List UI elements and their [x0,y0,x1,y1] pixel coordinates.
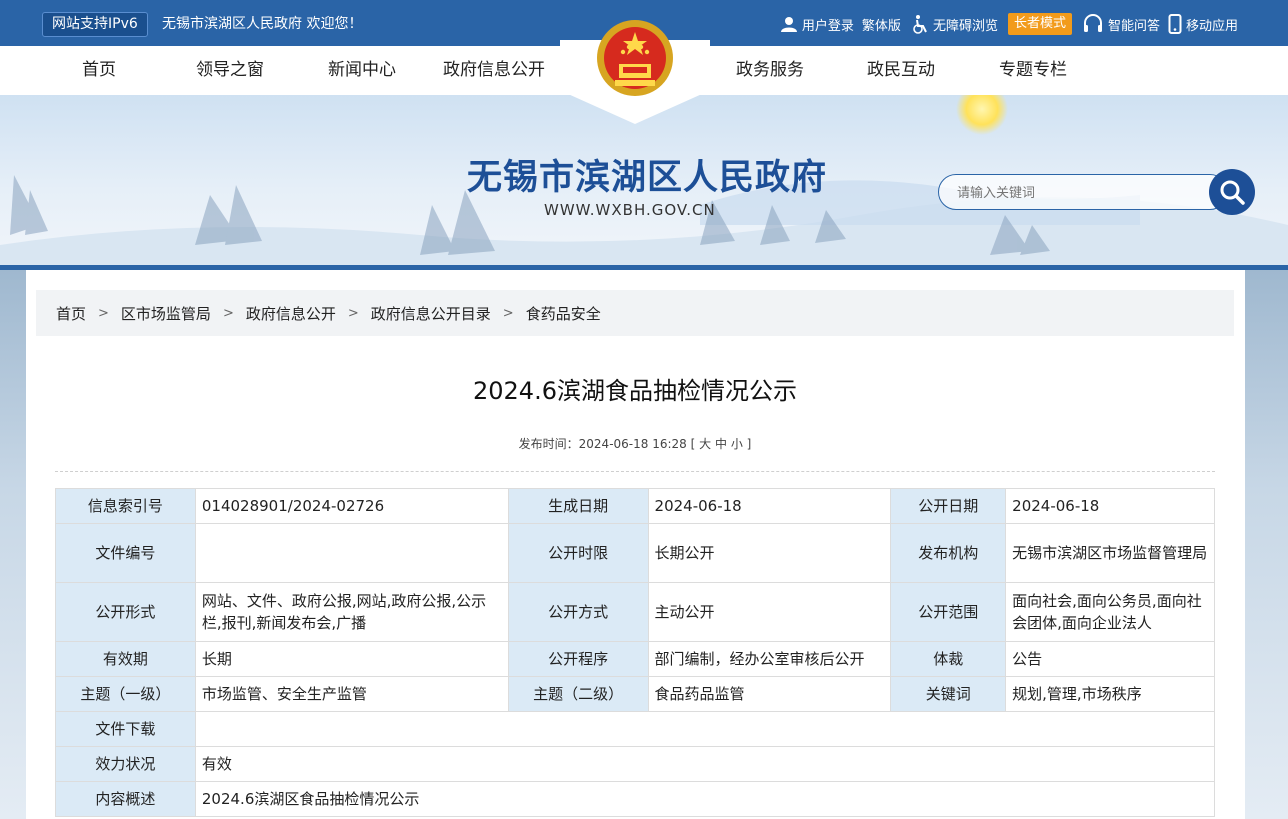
form-value: 网站、文件、政府公报,网站,政府公报,公示栏,报刊,新闻发布会,广播 [194,582,509,642]
nav-gov-info[interactable]: 政府信息公开 [443,58,545,82]
breadcrumb-market-bureau[interactable]: 区市场监管局 [121,303,211,324]
topic2-label: 主题（二级） [507,676,649,712]
summary-label: 内容概述 [55,781,196,817]
nav-services[interactable]: 政务服务 [736,58,804,82]
status-value: 有效 [194,746,1216,782]
form-label: 公开形式 [55,582,196,642]
welcome-text: 无锡市滨湖区人民政府 欢迎您！ [162,16,363,32]
nav-topics[interactable]: 专题专栏 [999,58,1067,82]
site-title: 无锡市滨湖区人民政府 [467,157,828,198]
table-row: 文件下载 [55,711,1216,747]
font-medium-button[interactable]: 中 [715,437,727,451]
accessible-link[interactable]: 无障碍浏览 [911,14,998,34]
left-backdrop [0,270,26,819]
table-row: 公开形式 网站、文件、政府公报,网站,政府公报,公示栏,报刊,新闻发布会,广播 … [55,582,1215,642]
smart-qa-label: 智能问答 [1107,18,1160,34]
table-row: 效力状况 有效 [55,746,1216,782]
publish-time: 2024-06-18 16:28 [578,437,687,451]
accessible-label: 无障碍浏览 [932,18,998,34]
font-small-button[interactable]: 小 [731,437,743,451]
elder-mode-button[interactable]: 长者模式 [1007,13,1072,35]
breadcrumb-sep: > [502,305,514,321]
national-emblem-icon[interactable] [595,16,675,102]
ipv6-badge: 网站支持IPv6 [42,12,148,37]
mode-label: 公开方式 [507,582,649,642]
index-label: 信息索引号 [55,488,196,524]
pub-period-label: 公开时限 [507,523,649,583]
table-row: 主题（一级） 市场监管、安全生产监管 主题（二级） 食品药品监管 关键词 规划,… [55,676,1215,712]
pub-period-value: 长期公开 [647,523,892,583]
pub-date-value: 2024-06-18 [1005,488,1215,524]
search-button[interactable] [1209,169,1255,215]
search-input[interactable] [938,174,1228,210]
validity-label: 有效期 [55,641,196,677]
right-backdrop [1245,270,1288,819]
divider [55,471,1215,472]
genre-value: 公告 [1005,641,1215,677]
user-icon [780,17,797,32]
breadcrumb-sep: > [222,305,234,321]
breadcrumb-catalog[interactable]: 政府信息公开目录 [371,303,491,324]
breadcrumb-sep: > [98,305,109,321]
font-large-button[interactable]: 大 [699,437,711,451]
breadcrumb-gov-info[interactable]: 政府信息公开 [246,303,336,324]
scope-label: 公开范围 [890,582,1007,642]
breadcrumb-sep: > [347,305,359,321]
table-row: 文件编号 公开时限 长期公开 发布机构 无锡市滨湖区市场监督管理局 [55,523,1215,583]
login-link[interactable]: 用户登录 [780,15,854,34]
nav-leaders[interactable]: 领导之窗 [196,58,264,82]
traditional-label: 繁体版 [861,18,901,34]
article-title: 2024.6滨湖食品抽检情况公示 [473,377,797,405]
breadcrumb-food-drug[interactable]: 食药品安全 [526,303,601,324]
scope-value: 面向社会,面向公务员,面向社会团体,面向企业法人 [1005,582,1215,642]
mobile-link[interactable]: 移动应用 [1168,14,1238,34]
publish-label: 发布时间： [518,437,579,451]
login-label: 用户登录 [801,18,854,34]
top-tools: 用户登录 繁体版 无障碍浏览 长者模式 智能问答 移动应用 [772,12,1238,36]
pub-date-label: 公开日期 [890,488,1007,524]
gen-date-label: 生成日期 [507,488,649,524]
nav-home[interactable]: 首页 [82,58,116,82]
download-value[interactable] [194,711,1216,747]
font-bracket-open: [ [690,437,696,451]
keywords-label: 关键词 [890,676,1007,712]
breadcrumb-home[interactable]: 首页 [56,303,86,324]
table-row: 信息索引号 014028901/2024-02726 生成日期 2024-06-… [55,488,1215,524]
traditional-link[interactable]: 繁体版 [862,15,901,34]
validity-value: 长期 [194,641,509,677]
table-row: 内容概述 2024.6滨湖区食品抽检情况公示 [55,781,1216,817]
index-value: 014028901/2024-02726 [194,488,509,524]
mobile-label: 移动应用 [1185,18,1238,34]
org-label: 发布机构 [890,523,1007,583]
breadcrumb: 首页 > 区市场监管局 > 政府信息公开 > 政府信息公开目录 > 食药品安全 [36,290,1234,336]
genre-label: 体裁 [890,641,1007,677]
accessibility-icon [913,15,927,34]
mode-value: 主动公开 [647,582,892,642]
summary-value: 2024.6滨湖区食品抽检情况公示 [194,781,1216,817]
procedure-label: 公开程序 [507,641,649,677]
doc-no-value [194,523,509,583]
org-value: 无锡市滨湖区市场监督管理局 [1005,523,1215,583]
info-table: 信息索引号 014028901/2024-02726 生成日期 2024-06-… [55,488,1216,817]
smart-qa-link[interactable]: 智能问答 [1082,14,1160,34]
status-label: 效力状况 [55,746,196,782]
search-icon [1220,180,1245,205]
article-meta: 发布时间：2024-06-18 16:28 [ 大 中 小 ] [0,436,1270,452]
download-label: 文件下载 [55,711,196,747]
topic1-value: 市场监管、安全生产监管 [194,676,509,712]
headset-icon [1083,14,1102,32]
topic1-label: 主题（一级） [55,676,196,712]
nav-interaction[interactable]: 政民互动 [867,58,935,82]
mobile-icon [1168,14,1182,34]
gen-date-value: 2024-06-18 [647,488,892,524]
font-bracket-close: ] [746,437,752,451]
site-url: WWW.WXBH.GOV.CN [544,201,716,219]
nav-news[interactable]: 新闻中心 [328,58,396,82]
table-row: 有效期 长期 公开程序 部门编制，经办公室审核后公开 体裁 公告 [55,641,1215,677]
topic2-value: 食品药品监管 [647,676,892,712]
procedure-value: 部门编制，经办公室审核后公开 [647,641,892,677]
keywords-value: 规划,管理,市场秩序 [1005,676,1215,712]
doc-no-label: 文件编号 [55,523,196,583]
